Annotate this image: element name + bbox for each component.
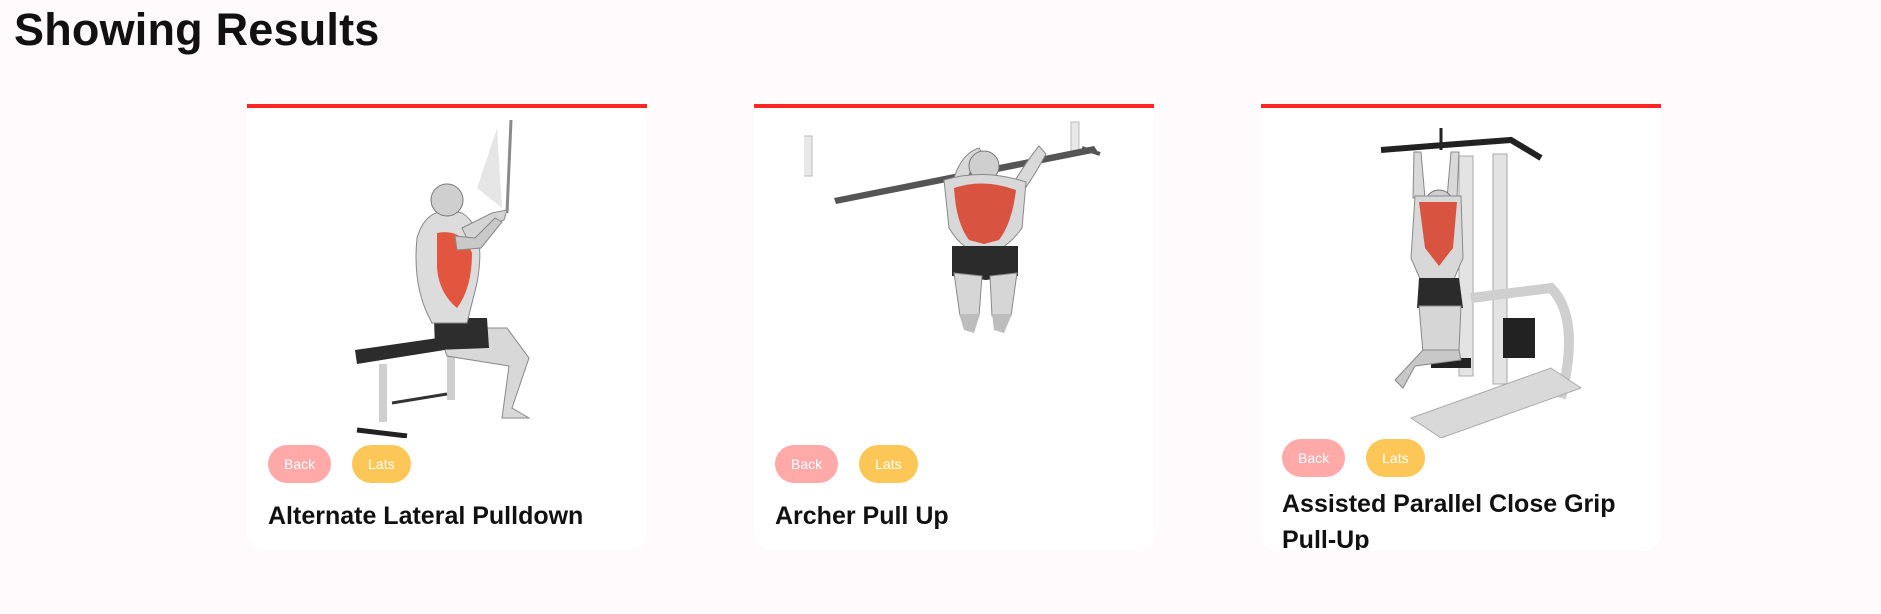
- tag-row: Back Lats: [775, 445, 918, 483]
- target-muscle-tag[interactable]: Lats: [859, 445, 918, 483]
- body-part-tag[interactable]: Back: [1282, 439, 1346, 477]
- target-muscle-tag[interactable]: Lats: [1366, 439, 1425, 477]
- exercise-name: Archer Pull Up: [775, 502, 949, 530]
- body-part-tag[interactable]: Back: [775, 445, 839, 483]
- assisted-pull-up-machine-illustration: [1380, 128, 1583, 438]
- body-part-tag[interactable]: Back: [268, 445, 332, 483]
- exercise-results-grid: Back Lats Alternate Lateral Pulldown Bac…: [0, 104, 1881, 550]
- target-muscle-tag[interactable]: Lats: [352, 445, 411, 483]
- exercise-name: Assisted Parallel Close Grip Pull-Up: [1282, 490, 1616, 550]
- tag-row: Back Lats: [1282, 439, 1425, 477]
- exercise-card[interactable]: Back Lats Archer Pull Up: [754, 104, 1154, 550]
- tag-row: Back Lats: [268, 445, 411, 483]
- exercise-card[interactable]: Back Lats Alternate Lateral Pulldown: [247, 104, 647, 550]
- exercise-name: Alternate Lateral Pulldown: [268, 502, 584, 530]
- archer-pull-up-illustration: [804, 121, 1101, 333]
- seated-lat-pulldown-illustration: [355, 119, 531, 438]
- exercise-card[interactable]: Back Lats Assisted Parallel Close Grip P…: [1261, 104, 1661, 550]
- page-title: Showing Results: [14, 4, 380, 55]
